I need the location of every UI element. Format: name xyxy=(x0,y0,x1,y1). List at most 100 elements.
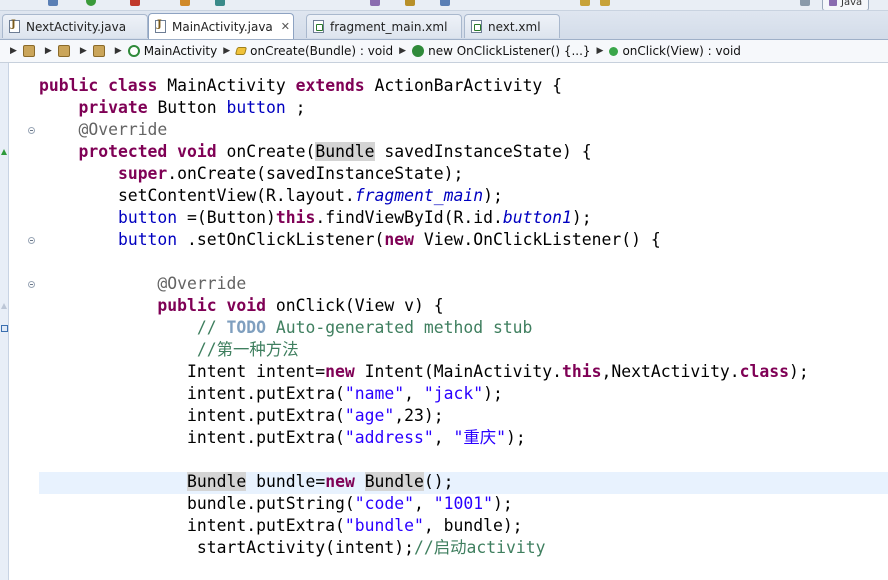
package-icon[interactable] xyxy=(92,45,105,57)
perspective-open-icon[interactable] xyxy=(800,0,810,6)
code-token: Intent(MainActivity. xyxy=(364,362,563,381)
override-marker-icon[interactable] xyxy=(1,303,7,309)
code-token: savedInstanceState) { xyxy=(374,142,592,161)
code-token: startActivity(intent); xyxy=(39,538,414,557)
annotation-icon[interactable] xyxy=(440,0,450,6)
tab-next-activity-java[interactable]: NextActivity.java xyxy=(2,14,148,38)
chevron-right-icon[interactable]: ▶ xyxy=(80,46,87,56)
code-token: @Override xyxy=(78,120,168,139)
chevron-right-icon[interactable]: ▶ xyxy=(399,46,406,56)
breadcrumb: ▶ ▶ ▶ ▶ MainActivity ▶ onCreate(Bundle) … xyxy=(0,40,888,63)
code-token: setContentView(R.layout. xyxy=(39,186,355,205)
search-icon[interactable] xyxy=(215,0,225,6)
chevron-right-icon[interactable]: ▶ xyxy=(45,46,52,56)
back-icon[interactable] xyxy=(580,0,590,6)
code-line[interactable]: intent.putExtra("bundle", bundle); xyxy=(39,515,809,537)
code-token: onCreate( xyxy=(226,142,316,161)
code-token: this xyxy=(562,362,602,381)
package-folder-icon[interactable] xyxy=(57,45,70,57)
code-token: "1001" xyxy=(433,494,493,513)
code-line[interactable]: startActivity(intent);//启动activity xyxy=(39,537,809,559)
code-line[interactable]: public void onClick(View v) { xyxy=(39,295,809,317)
code-token: new xyxy=(384,230,424,249)
override-marker-icon[interactable] xyxy=(1,149,7,155)
task-marker-icon[interactable] xyxy=(1,325,8,332)
code-line[interactable] xyxy=(39,251,809,273)
breadcrumb-class[interactable]: MainActivity xyxy=(144,44,218,58)
code-token: Bundle xyxy=(187,472,247,491)
tab-next-xml[interactable]: next.xml xyxy=(464,14,560,38)
code-line[interactable]: @Override xyxy=(39,273,809,295)
code-line[interactable]: setContentView(R.layout.fragment_main); xyxy=(39,185,809,207)
new-package-icon[interactable] xyxy=(180,0,190,6)
code-line[interactable]: // TODO Auto-generated method stub xyxy=(39,317,809,339)
breadcrumb-method[interactable]: onCreate(Bundle) : void xyxy=(250,44,393,58)
code-token: ); xyxy=(492,494,513,513)
code-token: =(Button) xyxy=(177,208,276,227)
code-editor[interactable]: public class MainActivity extends Action… xyxy=(0,63,888,580)
run-icon[interactable] xyxy=(86,0,96,6)
java-file-icon xyxy=(155,19,166,33)
fold-toggle-icon[interactable] xyxy=(28,127,35,134)
breadcrumb-anonymous-class[interactable]: new OnClickListener() {...} xyxy=(428,44,590,58)
method-icon xyxy=(235,47,248,55)
toggle-mark-icon[interactable] xyxy=(405,0,415,6)
code-line[interactable]: private Button button ; xyxy=(39,97,809,119)
code-line[interactable]: @Override xyxy=(39,119,809,141)
chevron-right-icon[interactable]: ▶ xyxy=(597,46,604,56)
code-line[interactable] xyxy=(39,449,809,471)
project-icon[interactable] xyxy=(22,45,35,57)
code-token: class xyxy=(739,362,790,381)
code-token: View.OnClickListener() { xyxy=(423,230,661,249)
code-token: //启动activity xyxy=(413,538,546,557)
tab-fragment-main-xml[interactable]: fragment_main.xml xyxy=(306,14,462,38)
close-icon[interactable]: ✕ xyxy=(281,20,290,33)
code-token: button xyxy=(117,208,178,227)
perspective-java-button[interactable]: Java xyxy=(822,0,870,10)
debug-icon[interactable] xyxy=(48,0,58,6)
code-line[interactable]: intent.putExtra("age",23); xyxy=(39,405,809,427)
code-line[interactable]: intent.putExtra("name", "jack"); xyxy=(39,383,809,405)
chevron-right-icon[interactable]: ▶ xyxy=(115,46,122,56)
code-token: TODO xyxy=(226,318,266,337)
code-token: intent.putExtra( xyxy=(39,428,345,447)
code-line[interactable]: button .setOnClickListener(new View.OnCl… xyxy=(39,229,809,251)
breadcrumb-inner-method[interactable]: onClick(View) : void xyxy=(622,44,740,58)
code-line[interactable]: super.onCreate(savedInstanceState); xyxy=(39,163,809,185)
code-line[interactable]: intent.putExtra("address", "重庆"); xyxy=(39,427,809,449)
code-token: extends xyxy=(295,76,375,95)
code-token: , xyxy=(433,428,454,447)
fold-toggle-icon[interactable] xyxy=(28,281,35,288)
source-code[interactable]: public class MainActivity extends Action… xyxy=(39,75,809,559)
chevron-right-icon[interactable]: ▶ xyxy=(223,46,230,56)
code-token: new xyxy=(325,362,365,381)
code-line[interactable]: protected void onCreate(Bundle savedInst… xyxy=(39,141,809,163)
overview-ruler[interactable] xyxy=(0,63,9,580)
code-token: // xyxy=(196,318,227,337)
external-tools-icon[interactable] xyxy=(130,0,140,6)
code-token: .onCreate(savedInstanceState); xyxy=(167,164,464,183)
code-line[interactable]: button =(Button)this.findViewById(R.id.b… xyxy=(39,207,809,229)
code-line[interactable]: public class MainActivity extends Action… xyxy=(39,75,809,97)
chevron-right-icon[interactable]: ▶ xyxy=(10,46,17,56)
fold-toggle-icon[interactable] xyxy=(28,237,35,244)
code-token: Intent intent= xyxy=(39,362,326,381)
code-token: intent.putExtra( xyxy=(39,384,345,403)
perspective-label: Java xyxy=(841,0,863,8)
code-token: "age" xyxy=(344,406,395,425)
forward-icon[interactable] xyxy=(600,0,610,6)
code-token: Bundle xyxy=(315,142,375,161)
open-type-icon[interactable] xyxy=(370,0,380,6)
code-line[interactable]: Intent intent=new Intent(MainActivity.th… xyxy=(39,361,809,383)
code-token: "jack" xyxy=(423,384,484,403)
code-token: bundle= xyxy=(246,472,326,491)
code-line[interactable]: Bundle bundle=new Bundle(); xyxy=(39,471,809,493)
code-line[interactable]: //第一种方法 xyxy=(39,339,809,361)
code-token: , xyxy=(404,384,424,403)
code-line[interactable]: bundle.putString("code", "1001"); xyxy=(39,493,809,515)
tab-main-activity-java[interactable]: MainActivity.java ✕ xyxy=(148,13,294,39)
